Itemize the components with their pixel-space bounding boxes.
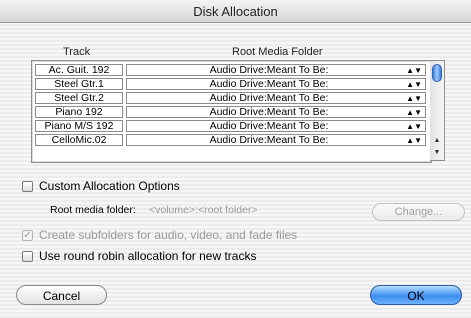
create-subfolders-label: Create subfolders for audio, video, and … [39, 228, 298, 242]
popup-arrows-icon: ▲▼ [406, 80, 422, 89]
root-folder-popup[interactable]: Audio Drive:Meant To Be: ▲▼ [126, 78, 426, 90]
table-row: Steel Gtr.1 Audio Drive:Meant To Be: ▲▼ [32, 77, 431, 91]
table-row: Piano M/S 192 Audio Drive:Meant To Be: ▲▼ [32, 119, 431, 133]
track-name-cell: CelloMic.02 [35, 134, 123, 146]
cancel-button[interactable]: Cancel [16, 285, 107, 305]
track-list-scrollbar[interactable]: ▲ ▼ [430, 60, 445, 161]
root-folder-popup[interactable]: Audio Drive:Meant To Be: ▲▼ [126, 92, 426, 104]
table-row: Ac. Guit. 192 Audio Drive:Meant To Be: ▲▼ [32, 63, 431, 77]
window-title: Disk Allocation [193, 4, 278, 19]
track-name-cell: Steel Gtr.1 [35, 78, 123, 90]
root-media-folder-value: <volume>:<root folder> [149, 204, 258, 216]
table-row: CelloMic.02 Audio Drive:Meant To Be: ▲▼ [32, 133, 431, 147]
scroll-down-arrow-icon[interactable]: ▼ [430, 147, 444, 159]
root-folder-value: Audio Drive:Meant To Be: [209, 78, 329, 90]
root-media-folder-label: Root media folder: [50, 204, 136, 216]
root-folder-popup[interactable]: Audio Drive:Meant To Be: ▲▼ [126, 134, 426, 146]
track-name-cell: Ac. Guit. 192 [35, 64, 123, 76]
scroll-up-arrow-icon[interactable]: ▲ [430, 135, 444, 147]
popup-arrows-icon: ▲▼ [406, 108, 422, 117]
root-folder-value: Audio Drive:Meant To Be: [209, 64, 329, 76]
root-folder-value: Audio Drive:Meant To Be: [209, 106, 329, 118]
track-name-cell: Steel Gtr.2 [35, 92, 123, 104]
column-header-root-media-folder: Root Media Folder [232, 46, 323, 58]
root-folder-popup[interactable]: Audio Drive:Meant To Be: ▲▼ [126, 120, 426, 132]
create-subfolders-checkbox[interactable]: ✓ [22, 230, 33, 241]
root-folder-popup[interactable]: Audio Drive:Meant To Be: ▲▼ [126, 106, 426, 118]
popup-arrows-icon: ▲▼ [406, 122, 422, 131]
popup-arrows-icon: ▲▼ [406, 136, 422, 145]
change-button[interactable]: Change... [372, 203, 465, 221]
scroll-thumb[interactable] [432, 64, 442, 82]
popup-arrows-icon: ▲▼ [406, 66, 422, 75]
ok-button[interactable]: OK [370, 285, 462, 305]
popup-arrows-icon: ▲▼ [406, 94, 422, 103]
round-robin-checkbox[interactable] [22, 251, 33, 262]
track-name-cell: Piano 192 [35, 106, 123, 118]
table-row: Steel Gtr.2 Audio Drive:Meant To Be: ▲▼ [32, 91, 431, 105]
custom-allocation-label: Custom Allocation Options [39, 179, 180, 193]
title-bar: Disk Allocation [0, 0, 471, 23]
round-robin-label: Use round robin allocation for new track… [39, 249, 257, 263]
track-list: Ac. Guit. 192 Audio Drive:Meant To Be: ▲▼… [31, 60, 432, 163]
track-name-cell: Piano M/S 192 [35, 120, 123, 132]
table-row: Piano 192 Audio Drive:Meant To Be: ▲▼ [32, 105, 431, 119]
custom-allocation-checkbox[interactable] [22, 181, 33, 192]
root-folder-value: Audio Drive:Meant To Be: [209, 120, 329, 132]
root-folder-value: Audio Drive:Meant To Be: [209, 92, 329, 104]
column-header-track: Track [63, 46, 91, 58]
root-folder-popup[interactable]: Audio Drive:Meant To Be: ▲▼ [126, 64, 426, 76]
root-folder-value: Audio Drive:Meant To Be: [209, 134, 329, 146]
